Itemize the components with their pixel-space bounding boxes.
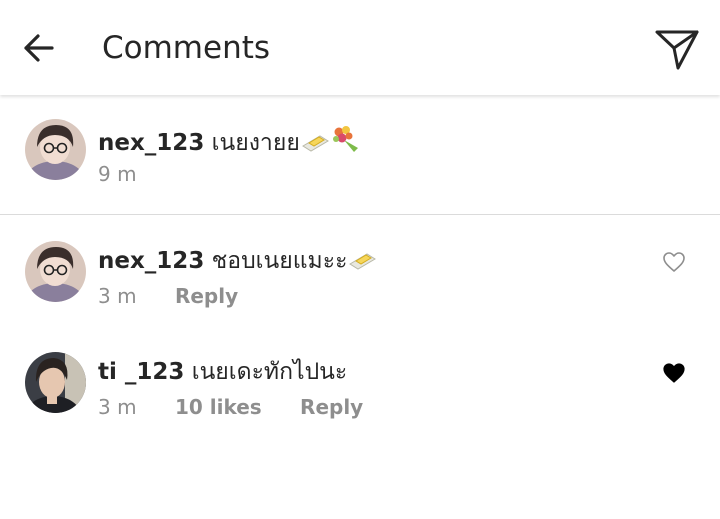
reply-button[interactable]: Reply bbox=[300, 394, 363, 420]
butter-emoji bbox=[347, 248, 377, 280]
comment-username[interactable]: ti _123 bbox=[98, 359, 184, 385]
heart-outline-icon bbox=[663, 252, 685, 272]
header-bar: Comments bbox=[0, 0, 720, 95]
comment-text: ชอบเนยแมะะ bbox=[211, 248, 348, 274]
caption: nex_123 เนยงายย 9 m bbox=[0, 100, 720, 215]
comment-timestamp: 9 m bbox=[98, 162, 137, 186]
likes-count[interactable]: 10 likes bbox=[175, 394, 262, 420]
paper-plane-icon bbox=[655, 30, 699, 70]
comment-text: เนยเดะทักไปนะ bbox=[191, 359, 348, 385]
comment-text: เนยงายย bbox=[211, 130, 300, 156]
avatar[interactable] bbox=[25, 119, 86, 180]
page-title: Comments bbox=[102, 30, 271, 66]
comment-username[interactable]: nex_123 bbox=[98, 130, 204, 156]
heart-filled-icon bbox=[663, 363, 685, 383]
back-button[interactable] bbox=[20, 28, 60, 68]
butter-emoji bbox=[300, 130, 330, 162]
comment-timestamp: 3 m bbox=[98, 395, 137, 419]
comment-timestamp: 3 m bbox=[98, 284, 137, 308]
comment-username[interactable]: nex_123 bbox=[98, 248, 204, 274]
avatar[interactable] bbox=[25, 241, 86, 302]
caption-divider bbox=[0, 214, 720, 215]
comment-item: nex_123 ชอบเนยแมะะ 3 m Reply bbox=[0, 228, 720, 328]
comment-item: ti _123 เนยเดะทักไปนะ 3 m 10 likes Reply bbox=[0, 340, 720, 440]
avatar[interactable] bbox=[25, 352, 86, 413]
reply-button[interactable]: Reply bbox=[175, 283, 238, 309]
like-button[interactable] bbox=[662, 251, 686, 273]
share-button[interactable] bbox=[652, 24, 702, 74]
bouquet-emoji bbox=[330, 124, 360, 162]
like-button[interactable] bbox=[662, 362, 686, 384]
arrow-left-icon bbox=[24, 34, 54, 62]
